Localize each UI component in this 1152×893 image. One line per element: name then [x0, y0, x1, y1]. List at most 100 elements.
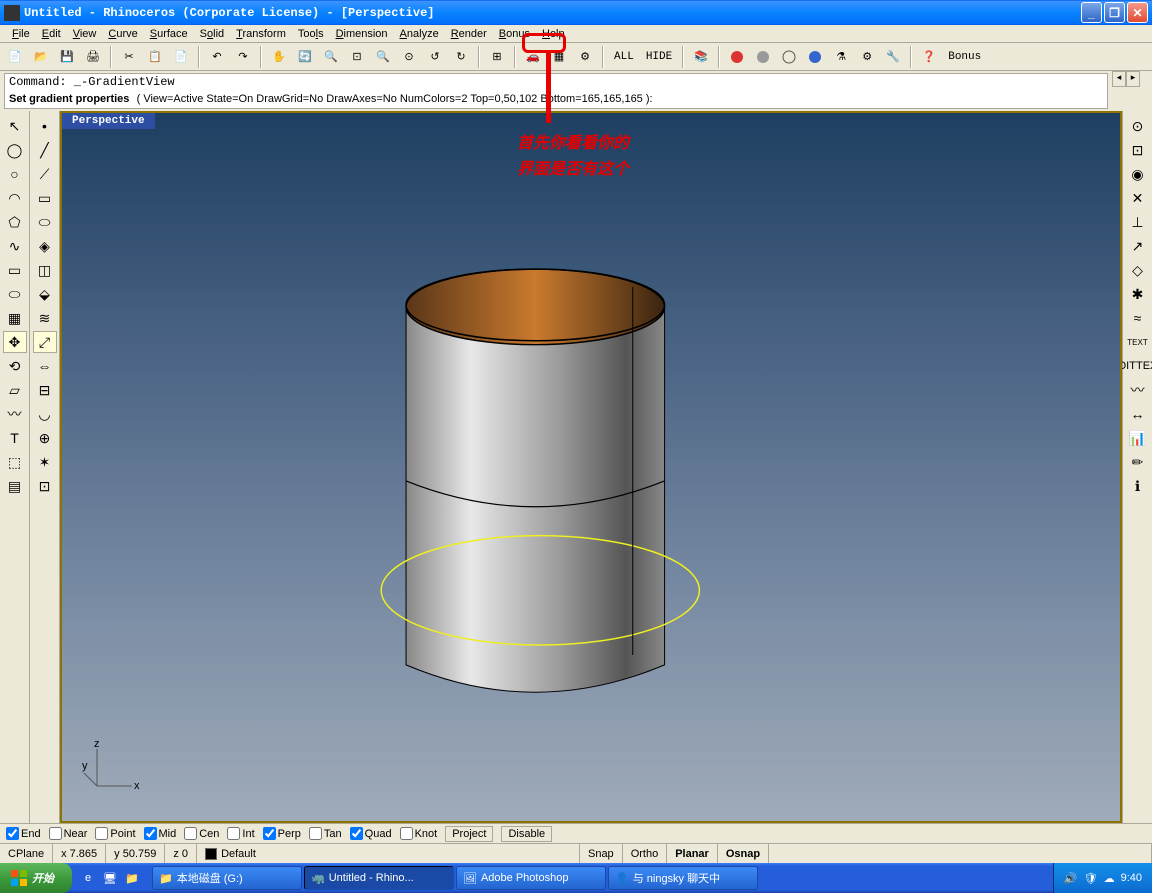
cut-button[interactable]: ✂	[118, 46, 140, 68]
menu-solid[interactable]: Solid	[194, 27, 230, 41]
menu-edit[interactable]: Edit	[36, 27, 67, 41]
zoom-button[interactable]: 🔍	[320, 46, 342, 68]
redo-view-button[interactable]: ↻	[450, 46, 472, 68]
osnap-tan-icon[interactable]: ↗	[1126, 235, 1150, 257]
osnap-int[interactable]: Int	[227, 827, 254, 840]
pencil-icon[interactable]: ✏	[1126, 451, 1150, 473]
osnap-quad-icon[interactable]: ◇	[1126, 259, 1150, 281]
task-rhino[interactable]: 🦏 Untitled - Rhino...	[304, 866, 454, 890]
osnap-perp-icon[interactable]: ⊥	[1126, 211, 1150, 233]
sphere-red-icon[interactable]	[726, 46, 748, 68]
rotate-tool[interactable]: ⟲	[3, 355, 27, 377]
lasso-tool[interactable]: ◯	[3, 139, 27, 161]
explode-tool[interactable]: ✶	[33, 451, 57, 473]
trim-tool[interactable]: ⊟	[33, 379, 57, 401]
bonus-label[interactable]: Bonus	[944, 51, 985, 63]
menu-dimension[interactable]: Dimension	[330, 27, 394, 41]
zoom-extents-button[interactable]: ⊡	[346, 46, 368, 68]
new-button[interactable]: 📄	[4, 46, 26, 68]
mirror-tool[interactable]: ⇔	[33, 355, 57, 377]
fillet-tool[interactable]: ◡	[33, 403, 57, 425]
text-tool[interactable]: T	[3, 427, 27, 449]
menu-file[interactable]: File	[6, 27, 36, 41]
osnap-quad[interactable]: Quad	[350, 827, 392, 840]
all-label[interactable]: ALL	[610, 51, 638, 63]
status-snap[interactable]: Snap	[580, 844, 623, 863]
close-button[interactable]: ✕	[1127, 2, 1148, 23]
copy-button[interactable]: 📋	[144, 46, 166, 68]
box-tool[interactable]: ▭	[3, 259, 27, 281]
arc-tool[interactable]: ◠	[3, 187, 27, 209]
status-layer[interactable]: Default	[197, 844, 580, 863]
text-tool-1[interactable]: TEXT	[1126, 331, 1150, 353]
minimize-button[interactable]: _	[1081, 2, 1102, 23]
paste-button[interactable]: 📄	[170, 46, 192, 68]
osnap-knot[interactable]: Knot	[400, 827, 438, 840]
dim-tool[interactable]: ⬚	[3, 451, 27, 473]
osnap-mid[interactable]: Mid	[144, 827, 177, 840]
help-icon[interactable]: ❓	[918, 46, 940, 68]
menu-view[interactable]: View	[67, 27, 103, 41]
status-ortho[interactable]: Ortho	[623, 844, 668, 863]
desktop-icon[interactable]: 🖥	[100, 867, 120, 889]
osnap-end[interactable]: End	[6, 827, 41, 840]
loft-tool[interactable]: ≋	[33, 307, 57, 329]
four-view-button[interactable]: ⊞	[486, 46, 508, 68]
pan-button[interactable]: ✋	[268, 46, 290, 68]
status-planar[interactable]: Planar	[667, 844, 718, 863]
layer-button[interactable]: 📚	[690, 46, 712, 68]
osnap-tan[interactable]: Tan	[309, 827, 342, 840]
open-button[interactable]: 📂	[30, 46, 52, 68]
menu-surface[interactable]: Surface	[144, 27, 194, 41]
move-tool[interactable]: ✥	[3, 331, 27, 353]
circle-tool[interactable]: ○	[3, 163, 27, 185]
undo-view-button[interactable]: ↺	[424, 46, 446, 68]
task-disk[interactable]: 📁 本地磁盘 (G:)	[152, 866, 302, 890]
menu-curve[interactable]: Curve	[102, 27, 143, 41]
curve-tool[interactable]: 〰	[3, 403, 27, 425]
viewport[interactable]: Perspective 首先你看看你的 界面是否有这个	[60, 111, 1122, 823]
save-button[interactable]: 💾	[56, 46, 78, 68]
rotate-button[interactable]: 🔄	[294, 46, 316, 68]
analyze-icon[interactable]: 📊	[1126, 427, 1150, 449]
scale-tool[interactable]: ⤢	[33, 331, 57, 353]
curve-r-icon[interactable]: 〰	[1126, 379, 1150, 401]
solid-tool[interactable]: ◫	[33, 259, 57, 281]
osnap-disable[interactable]: Disable	[501, 826, 552, 842]
hatch-tool[interactable]: ▤	[3, 475, 27, 497]
status-osnap[interactable]: Osnap	[718, 844, 769, 863]
tray-icon-3[interactable]: ☁	[1104, 872, 1115, 885]
task-photoshop[interactable]: 🖼 Adobe Photoshop	[456, 866, 606, 890]
osnap-near[interactable]: Near	[49, 827, 88, 840]
point-tool[interactable]: •	[33, 115, 57, 137]
osnap-cen[interactable]: Cen	[184, 827, 219, 840]
osnap-point[interactable]: Point	[95, 827, 135, 840]
osnap-near-icon[interactable]: ≈	[1126, 307, 1150, 329]
osnap-end-icon[interactable]: ⊙	[1126, 115, 1150, 137]
sphere-gray-icon[interactable]	[752, 46, 774, 68]
curve2-tool[interactable]: ∿	[3, 235, 27, 257]
zoom-selected-button[interactable]: ⊙	[398, 46, 420, 68]
sphere-wire-icon[interactable]	[778, 46, 800, 68]
flask-icon[interactable]: ⚗	[830, 46, 852, 68]
polyline-tool[interactable]: ⟋	[33, 163, 57, 185]
menu-analyze[interactable]: Analyze	[394, 27, 445, 41]
osnap-knot-icon[interactable]: ✱	[1126, 283, 1150, 305]
osnap-cen-icon[interactable]: ◉	[1126, 163, 1150, 185]
extrude-tool[interactable]: ⬙	[33, 283, 57, 305]
osnap-mid-icon[interactable]: ⊡	[1126, 139, 1150, 161]
polygon-tool[interactable]: ⬠	[3, 211, 27, 233]
gear-icon[interactable]: ⚙	[856, 46, 878, 68]
explorer-icon[interactable]: 📁	[122, 867, 142, 889]
command-scroll[interactable]: ◂▸	[1112, 71, 1152, 111]
ellipse-tool[interactable]: ⬭	[33, 211, 57, 233]
tray-icon-1[interactable]: 🔊	[1064, 872, 1078, 885]
plane-tool[interactable]: ▱	[3, 379, 27, 401]
tray-icon-2[interactable]: 🛡	[1084, 872, 1098, 885]
rect-tool[interactable]: ▭	[33, 187, 57, 209]
menu-render[interactable]: Render	[445, 27, 493, 41]
maximize-button[interactable]: ❐	[1104, 2, 1125, 23]
osnap-project[interactable]: Project	[445, 826, 493, 842]
system-tray[interactable]: 🔊 🛡 ☁ 9:40	[1053, 863, 1152, 893]
surface-tool[interactable]: ◈	[33, 235, 57, 257]
